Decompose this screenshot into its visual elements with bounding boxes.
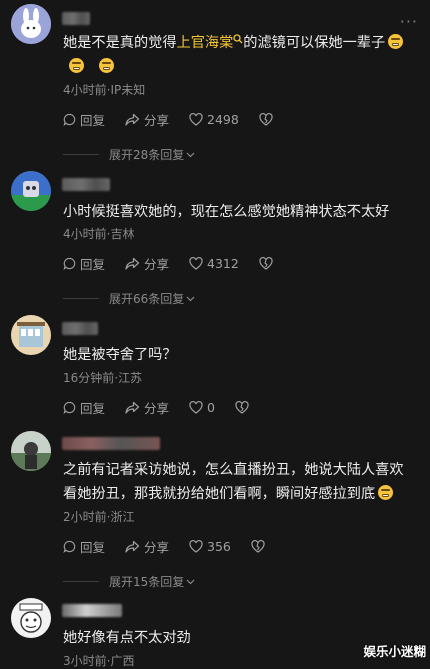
comment-meta: 16分钟前·江苏 (63, 371, 143, 385)
username-blurred[interactable] (62, 604, 122, 617)
reply-icon (63, 257, 76, 270)
dislike-button[interactable] (251, 539, 269, 553)
share-button[interactable]: 分享 (125, 110, 169, 129)
emoji-icon (388, 34, 404, 49)
share-button[interactable]: 分享 (125, 398, 169, 417)
action-bar: 回复 分享 2498 (63, 110, 297, 128)
reply-button[interactable]: 回复 (63, 110, 105, 129)
avatar[interactable] (11, 598, 51, 638)
expand-replies-button[interactable]: 展开66条回复 (63, 290, 363, 307)
like-button[interactable]: 2498 (189, 112, 239, 127)
like-button[interactable]: 4312 (189, 256, 239, 271)
comment-meta: 3小时前·广西 (63, 654, 135, 668)
chevron-down-icon (186, 579, 195, 584)
reply-button[interactable]: 回复 (63, 537, 105, 556)
like-button[interactable]: 0 (189, 400, 215, 415)
avatar[interactable] (11, 315, 51, 355)
share-icon (125, 113, 140, 126)
username-blurred[interactable] (62, 12, 90, 25)
expand-replies-button[interactable]: 展开15条回复 (63, 573, 363, 590)
dislike-button[interactable] (259, 112, 277, 126)
expand-replies-button[interactable]: 展开28条回复 (63, 146, 363, 163)
comment-meta: 2小时前·浙江 (63, 510, 135, 524)
watermark: 娱乐小迷糊 (363, 644, 426, 659)
emoji-icon (99, 58, 114, 73)
reply-icon (63, 540, 76, 553)
reply-icon (63, 113, 76, 126)
dislike-icon (251, 539, 265, 553)
comment-text: 之前有记者采访她说，怎么直播扮丑，她说大陆人喜欢看她扮丑，那我就扮给她们看啊，瞬… (63, 462, 404, 502)
avatar[interactable] (11, 171, 51, 211)
comment-text: 她是被夺舍了吗？ (63, 347, 177, 363)
dislike-icon (259, 112, 273, 126)
divider (63, 154, 99, 155)
like-button[interactable]: 356 (189, 539, 231, 554)
reply-icon (63, 401, 76, 414)
comment-text: 她好像有点不太对劲 (63, 630, 191, 646)
divider (63, 298, 99, 299)
emoji-icon (69, 58, 84, 73)
reply-button[interactable]: 回复 (63, 254, 105, 273)
divider (63, 581, 99, 582)
username-blurred[interactable] (62, 322, 98, 335)
username-blurred[interactable] (62, 437, 160, 450)
chevron-down-icon (186, 296, 195, 301)
share-icon (125, 401, 140, 414)
share-button[interactable]: 分享 (125, 254, 169, 273)
avatar[interactable] (11, 431, 51, 471)
action-bar: 回复 分享 4312 (63, 254, 297, 272)
dislike-icon (259, 256, 273, 270)
share-icon (125, 540, 140, 553)
dislike-button[interactable] (259, 256, 277, 270)
dislike-icon (235, 400, 249, 414)
username-blurred[interactable] (62, 178, 110, 191)
dislike-button[interactable] (235, 400, 253, 414)
like-icon (189, 400, 203, 414)
comment-meta: 4小时前·IP未知 (63, 83, 146, 97)
like-icon (189, 256, 203, 270)
action-bar: 回复 分享 356 (63, 537, 289, 555)
emoji-icon (378, 485, 394, 500)
share-button[interactable]: 分享 (125, 537, 169, 556)
search-icon[interactable] (233, 34, 243, 44)
share-icon (125, 257, 140, 270)
avatar[interactable] (11, 4, 51, 44)
more-icon[interactable]: ··· (400, 14, 418, 30)
like-icon (189, 539, 203, 553)
like-icon (189, 112, 203, 126)
comment-meta: 4小时前·吉林 (63, 227, 135, 241)
chevron-down-icon (186, 152, 195, 157)
reply-button[interactable]: 回复 (63, 398, 105, 417)
comment-text: 她是不是真的觉得上官海棠 的滤镜可以保她一辈子 (63, 31, 410, 79)
comment-text: 小时候挺喜欢她的，现在怎么感觉她精神状态不太好 (63, 204, 390, 220)
highlight-link[interactable]: 上官海棠 (177, 35, 234, 51)
action-bar: 回复 分享 0 (63, 398, 273, 416)
